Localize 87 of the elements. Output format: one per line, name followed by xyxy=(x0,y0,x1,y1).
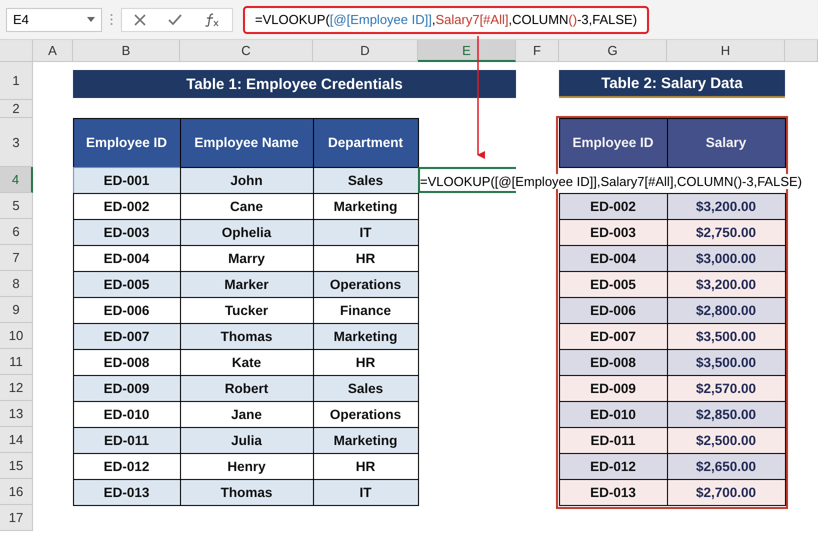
table-cell: ED-005 xyxy=(72,270,180,298)
column-header[interactable]: A xyxy=(33,40,73,62)
row-header[interactable]: 17 xyxy=(0,505,33,531)
table-cell: ED-013 xyxy=(558,478,668,506)
row-header[interactable]: 4 xyxy=(0,167,33,193)
row-header[interactable]: 1 xyxy=(0,62,33,100)
column-header[interactable]: G xyxy=(559,40,667,62)
table-cell: $3,200.00 xyxy=(666,192,786,220)
table-cell: ED-011 xyxy=(72,426,180,454)
table-cell: ED-002 xyxy=(72,192,180,220)
table-cell: Operations xyxy=(312,270,418,298)
table-cell: $2,500.00 xyxy=(666,426,786,454)
table-cell: ED-010 xyxy=(558,400,668,428)
table-cell: Thomas xyxy=(180,478,314,506)
table-cell: Sales xyxy=(312,166,418,194)
column-heading: Salary xyxy=(666,118,786,168)
row-header[interactable]: 15 xyxy=(0,453,33,479)
row-header[interactable]: 8 xyxy=(0,271,33,297)
dropdown-icon[interactable] xyxy=(87,17,95,22)
table-cell: $3,500.00 xyxy=(666,322,786,350)
row-header[interactable]: 12 xyxy=(0,375,33,401)
formula-field[interactable]: =VLOOKUP([@[Employee ID]],Salary7[#All],COLUMN()-3,FALSE) xyxy=(243,6,650,34)
row-header[interactable]: 2 xyxy=(0,100,33,118)
column-heading: Employee ID xyxy=(558,118,668,168)
table-cell: ED-004 xyxy=(558,244,668,272)
table-cell: Sales xyxy=(312,374,418,402)
table-cell: ED-009 xyxy=(558,374,668,402)
column-header[interactable]: E xyxy=(418,40,516,62)
table-cell: $2,650.00 xyxy=(666,452,786,480)
column-header[interactable]: C xyxy=(180,40,313,62)
checkmark-icon[interactable] xyxy=(168,14,182,26)
table-cell: ED-005 xyxy=(558,270,668,298)
row-header[interactable]: 16 xyxy=(0,479,33,505)
table-cell: Marketing xyxy=(312,322,418,350)
table-cell: $2,800.00 xyxy=(666,296,786,324)
table-cell: ED-003 xyxy=(558,218,668,246)
cell-formula: =VLOOKUP([@[Employee ID]],Salary7[#All],COLUMN()-3,FALSE) xyxy=(420,174,802,189)
table-cell: ED-009 xyxy=(72,374,180,402)
table-cell: ED-011 xyxy=(558,426,668,454)
table-cell: ED-012 xyxy=(558,452,668,480)
table-cell: ED-013 xyxy=(72,478,180,506)
column-header[interactable]: F xyxy=(516,40,559,62)
table-cell: $2,750.00 xyxy=(666,218,786,246)
table-title: Table 1: Employee Credentials xyxy=(73,70,516,98)
row-header[interactable]: 10 xyxy=(0,323,33,349)
table-cell: ED-007 xyxy=(558,322,668,350)
column-header[interactable]: D xyxy=(313,40,418,62)
column-heading: Employee ID xyxy=(72,118,180,168)
table-cell: $2,700.00 xyxy=(666,478,786,506)
table-cell: Julia xyxy=(180,426,314,454)
table-cell: ED-008 xyxy=(558,348,668,376)
row-header[interactable]: 11 xyxy=(0,349,33,375)
table-cell: Robert xyxy=(180,374,314,402)
table-cell: ED-001 xyxy=(72,166,180,194)
table-cell: IT xyxy=(312,218,418,246)
row-header[interactable]: 14 xyxy=(0,427,33,453)
row-header[interactable]: 5 xyxy=(0,193,33,219)
table-cell: ED-002 xyxy=(558,192,668,220)
row-header[interactable]: 6 xyxy=(0,219,33,245)
table-cell: ED-006 xyxy=(558,296,668,324)
column-heading: Department xyxy=(312,118,418,168)
drag-handle-icon xyxy=(110,13,113,26)
row-header[interactable]: 9 xyxy=(0,297,33,323)
table-cell: Ophelia xyxy=(180,218,314,246)
name-box[interactable]: E4 xyxy=(6,8,102,32)
function-icon[interactable] xyxy=(204,12,220,26)
row-header[interactable]: 7 xyxy=(0,245,33,271)
column-header[interactable]: B xyxy=(73,40,180,62)
table-cell: ED-003 xyxy=(72,218,180,246)
table-cell: $3,000.00 xyxy=(666,244,786,272)
table-cell: Marketing xyxy=(312,426,418,454)
table-title: Table 2: Salary Data xyxy=(559,70,785,98)
table-cell: John xyxy=(180,166,314,194)
row-header[interactable]: 3 xyxy=(0,118,33,167)
table-cell: ED-007 xyxy=(72,322,180,350)
table-cell: Thomas xyxy=(180,322,314,350)
close-icon[interactable] xyxy=(134,14,146,26)
row-header[interactable]: 13 xyxy=(0,401,33,427)
table-cell: $3,200.00 xyxy=(666,270,786,298)
table-cell: $2,850.00 xyxy=(666,400,786,428)
column-heading: Employee Name xyxy=(180,118,314,168)
table-cell: Marker xyxy=(180,270,314,298)
column-header-strip xyxy=(785,40,818,62)
table-cell: IT xyxy=(312,478,418,506)
table-cell: $2,570.00 xyxy=(666,374,786,402)
table-cell: $3,500.00 xyxy=(666,348,786,376)
column-header[interactable]: H xyxy=(667,40,785,62)
